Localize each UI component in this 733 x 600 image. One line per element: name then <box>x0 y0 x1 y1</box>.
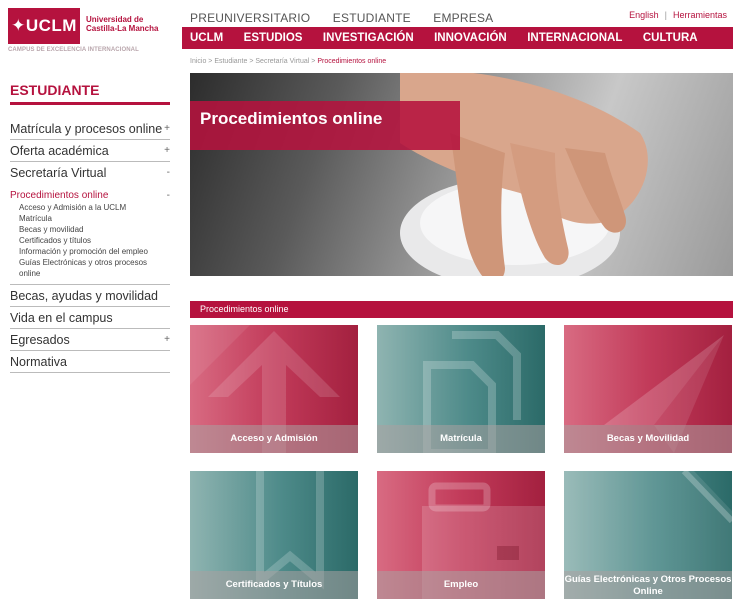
sidebar-item-label: Normativa <box>10 355 67 369</box>
sidebar-item-label: Matrícula y procesos online <box>10 122 163 136</box>
sidebar-title: ESTUDIANTE <box>10 82 100 98</box>
uclm-logo[interactable]: ✦UCLM Universidad de Castilla-La Mancha … <box>8 8 168 60</box>
hero-image: Procedimientos online <box>190 73 733 276</box>
breadcrumb: Inicio > Estudiante > Secretaría Virtual… <box>190 58 386 65</box>
sidebar-item-label: Procedimientos online <box>10 190 109 201</box>
tile-label: Guías Electrónicas y Otros Procesos Onli… <box>564 571 732 599</box>
tile-label: Becas y Movilidad <box>564 425 732 453</box>
tile-label: Empleo <box>377 571 545 599</box>
sidebar-item-procedimientos-online[interactable]: Procedimientos online - <box>10 190 170 202</box>
sidebar-item-label: Secretaría Virtual <box>10 166 107 180</box>
sidebar-item-oferta-academica[interactable]: Oferta académica + <box>10 140 170 162</box>
mainnav-innovacion[interactable]: INNOVACIÓN <box>434 27 507 49</box>
tile-certificados-titulos[interactable]: Certificados y Títulos <box>190 471 358 599</box>
sidebar-item-matricula-procesos[interactable]: Matrícula y procesos online + <box>10 118 170 140</box>
expand-plus-icon[interactable]: + <box>164 140 170 162</box>
mainnav-estudios[interactable]: ESTUDIOS <box>244 27 303 49</box>
collapse-minus-icon[interactable]: - <box>167 190 170 202</box>
tile-matricula[interactable]: Matrícula <box>377 325 545 453</box>
sidebar-item-label: Vida en el campus <box>10 311 113 325</box>
tool-nav: English | Herramientas <box>629 10 727 20</box>
tool-separator: | <box>664 10 667 20</box>
logo-tagline: CAMPUS DE EXCELENCIA INTERNACIONAL <box>8 47 139 53</box>
sidebar-item-label: Egresados <box>10 333 70 347</box>
section-title-bar: Procedimientos online <box>190 301 733 318</box>
sidebar-subitem-certificados[interactable]: Certificados y títulos <box>19 235 170 246</box>
sidebar-item-normativa[interactable]: Normativa <box>10 351 170 373</box>
mainnav-cultura[interactable]: CULTURA <box>643 27 698 49</box>
sidebar-subitem-guias[interactable]: Guías Electrónicas y otros procesos onli… <box>19 257 170 279</box>
sidebar-title-underline <box>10 102 170 105</box>
tile-guias-electronicas[interactable]: Guías Electrónicas y Otros Procesos Onli… <box>564 471 732 599</box>
mainnav-uclm[interactable]: UCLM <box>190 27 223 49</box>
tile-acceso-admision[interactable]: Acceso y Admisión <box>190 325 358 453</box>
tile-label: Certificados y Títulos <box>190 571 358 599</box>
nav-preuniversitario[interactable]: PREUNIVERSITARIO <box>190 11 310 25</box>
english-link[interactable]: English <box>629 10 659 20</box>
sidebar-item-egresados[interactable]: Egresados + <box>10 329 170 351</box>
sidebar-item-becas-ayudas[interactable]: Becas, ayudas y movilidad <box>10 285 170 307</box>
sidebar-subitem-acceso[interactable]: Acceso y Admisión a la UCLM <box>19 202 170 213</box>
sidebar-subitem-matricula[interactable]: Matrícula <box>19 213 170 224</box>
breadcrumb-current: Procedimientos online <box>317 58 387 65</box>
main-nav: UCLM ESTUDIOS INVESTIGACIÓN INNOVACIÓN I… <box>182 27 733 49</box>
sidebar-item-vida-campus[interactable]: Vida en el campus <box>10 307 170 329</box>
tile-becas-movilidad[interactable]: Becas y Movilidad <box>564 325 732 453</box>
tile-label: Acceso y Admisión <box>190 425 358 453</box>
sidebar-subitem-empleo[interactable]: Información y promoción del empleo <box>19 246 170 257</box>
logo-mark: ✦UCLM <box>8 8 80 44</box>
logo-university-name: Universidad de Castilla-La Mancha <box>86 15 159 33</box>
breadcrumb-path[interactable]: Inicio > Estudiante > Secretaría Virtual… <box>190 58 317 65</box>
audience-nav: PREUNIVERSITARIO ESTUDIANTE EMPRESA <box>190 9 511 27</box>
sidebar-item-label: Becas, ayudas y movilidad <box>10 289 158 303</box>
sidebar-sublist: Acceso y Admisión a la UCLM Matrícula Be… <box>10 202 170 285</box>
sidebar-item-secretaria-virtual[interactable]: Secretaría Virtual - <box>10 162 170 184</box>
sidebar-item-label: Oferta académica <box>10 144 109 158</box>
hero-title-banner: Procedimientos online <box>190 101 460 150</box>
tile-label: Matrícula <box>377 425 545 453</box>
nav-estudiante[interactable]: ESTUDIANTE <box>333 11 411 25</box>
mainnav-investigacion[interactable]: INVESTIGACIÓN <box>323 27 414 49</box>
sidebar-menu: Matrícula y procesos online + Oferta aca… <box>10 118 170 373</box>
sidebar-subitem-becas[interactable]: Becas y movilidad <box>19 224 170 235</box>
nav-empresa[interactable]: EMPRESA <box>433 11 493 25</box>
collapse-minus-icon[interactable]: - <box>167 162 170 184</box>
expand-plus-icon[interactable]: + <box>164 118 170 140</box>
expand-plus-icon[interactable]: + <box>164 329 170 351</box>
herramientas-link[interactable]: Herramientas <box>673 10 727 20</box>
hero-title: Procedimientos online <box>200 109 383 128</box>
tile-empleo[interactable]: Empleo <box>377 471 545 599</box>
mainnav-internacional[interactable]: INTERNACIONAL <box>527 27 622 49</box>
